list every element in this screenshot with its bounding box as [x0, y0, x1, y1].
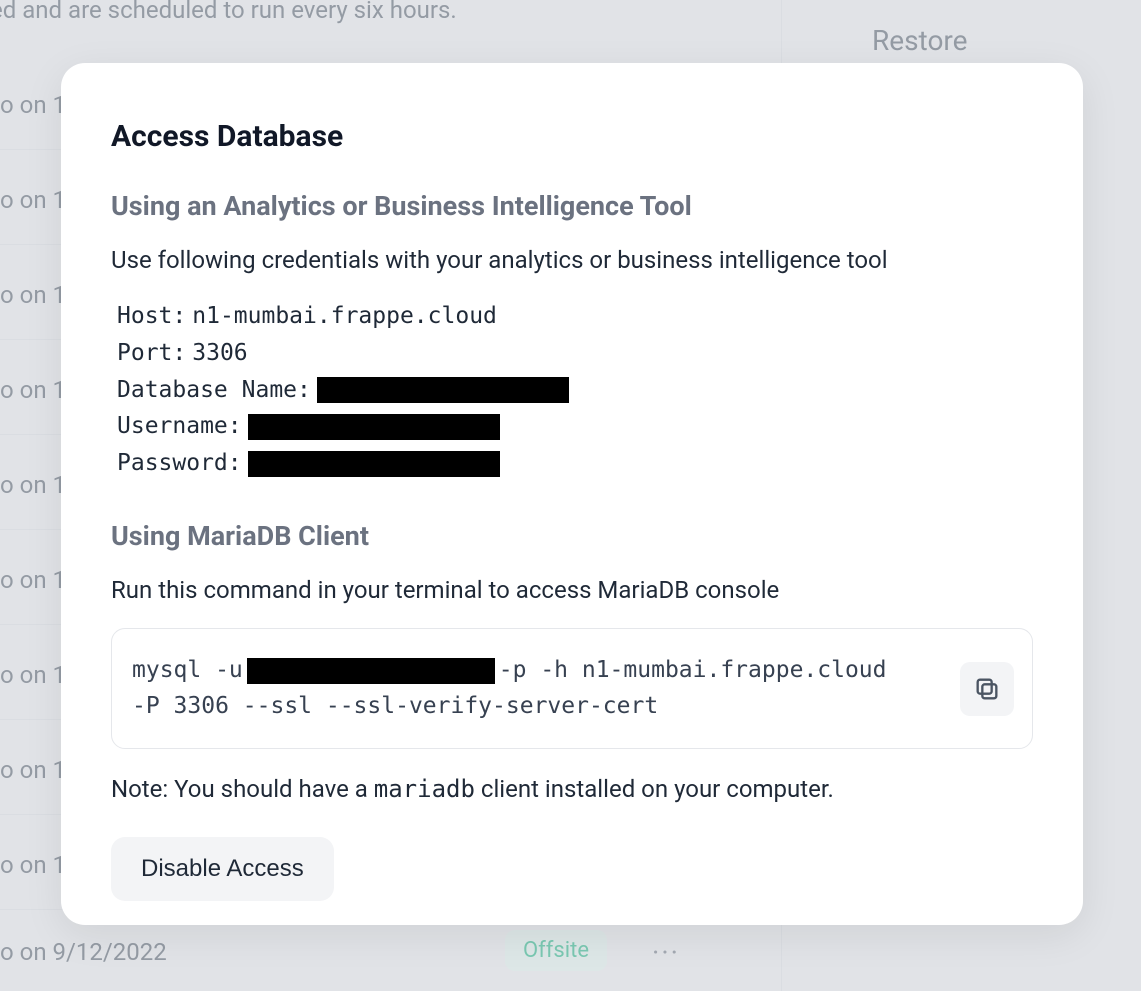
password-value-redacted — [248, 451, 500, 477]
mariadb-note: Note: You should have a mariadb client i… — [111, 775, 1033, 803]
disable-access-button[interactable]: Disable Access — [111, 837, 334, 901]
port-label: Port: — [117, 335, 186, 372]
cmd-user-redacted — [247, 658, 495, 684]
cmd-line2: -P 3306 --ssl --ssl-verify-server-cert — [132, 689, 942, 725]
credentials-block: Host: n1-mumbai.frappe.cloud Port: 3306 … — [117, 298, 1033, 482]
copy-icon — [973, 675, 1001, 703]
host-label: Host: — [117, 298, 186, 335]
host-value: n1-mumbai.frappe.cloud — [192, 298, 497, 335]
note-post: client installed on your computer. — [475, 775, 834, 803]
note-code: mariadb — [374, 775, 475, 803]
cmd-post-line1: -p -h n1-mumbai.frappe.cloud — [499, 653, 887, 689]
password-label: Password: — [117, 445, 242, 482]
modal-title: Access Database — [111, 119, 1033, 154]
port-value: 3306 — [192, 335, 247, 372]
mariadb-subtitle: Run this command in your terminal to acc… — [111, 576, 1033, 604]
copy-command-button[interactable] — [960, 662, 1014, 716]
analytics-heading: Using an Analytics or Business Intellige… — [111, 190, 1033, 222]
username-value-redacted — [248, 414, 500, 440]
dbname-label: Database Name: — [117, 372, 311, 409]
dbname-value-redacted — [317, 377, 569, 403]
cmd-pre: mysql -u — [132, 653, 243, 689]
note-pre: Note: You should have a — [111, 775, 374, 803]
mariadb-command-box: mysql -u -p -h n1-mumbai.frappe.cloud -P… — [111, 628, 1033, 749]
access-database-modal: Access Database Using an Analytics or Bu… — [61, 63, 1083, 925]
mariadb-heading: Using MariaDB Client — [111, 520, 1033, 552]
analytics-subtitle: Use following credentials with your anal… — [111, 246, 1033, 274]
username-label: Username: — [117, 408, 242, 445]
